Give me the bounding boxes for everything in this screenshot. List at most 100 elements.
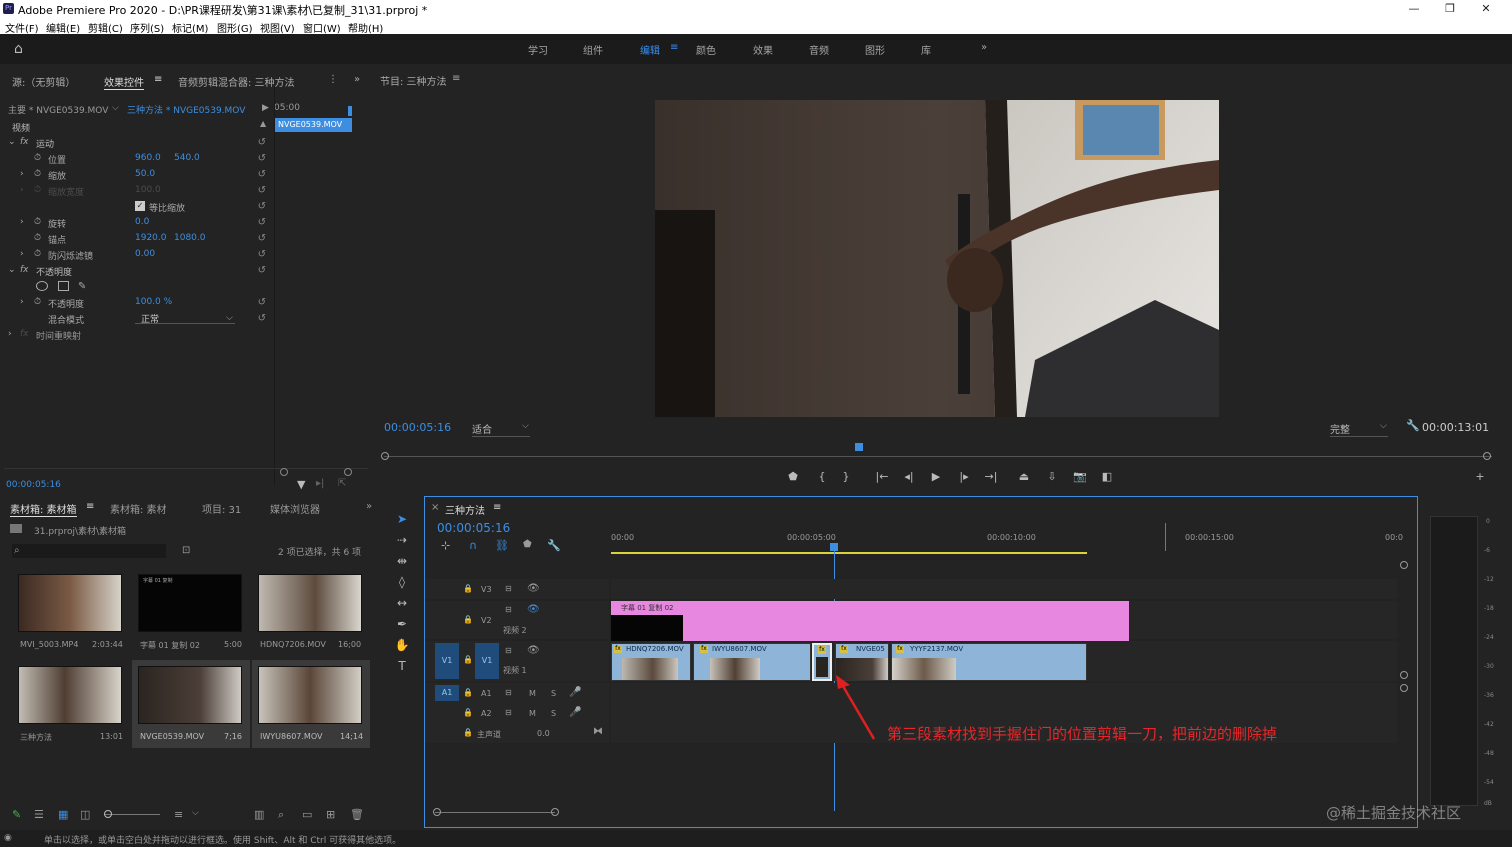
project-item-hdnq7206[interactable]: HDNQ7206.MOV 16;00 [252,568,370,656]
extract-icon[interactable]: ⇩ [1044,470,1060,483]
project-item-iwyu8607[interactable]: IWYU8607.MOV 14;14 [252,660,370,748]
timeline-playhead-handle[interactable] [830,543,838,551]
mark-in-icon[interactable]: { [814,470,830,483]
lift-icon[interactable]: ⏏ [1016,470,1032,483]
h-scrollbar[interactable] [435,812,555,813]
ellipse-mask-icon[interactable] [36,281,48,291]
effect-row-opacity-group[interactable]: ⌄ fx 不透明度 ↺ [4,263,272,279]
search-input[interactable] [12,544,166,558]
master-clip-label[interactable]: 主要 * NVGE0539.MOV [8,103,108,116]
title-clip[interactable]: 字幕 01 复制 02 [611,601,1129,641]
slip-tool-icon[interactable]: ↔ [394,596,410,612]
clip-hdnq7206[interactable]: fx HDNQ7206.MOV [611,643,691,681]
camera-icon[interactable]: 📷 [1072,470,1088,483]
position-y[interactable]: 540.0 [174,153,200,163]
tab-bin-main[interactable]: 素材箱: 素材箱 [10,501,77,517]
blend-mode-select[interactable]: 正常 [135,312,235,325]
expand-icon[interactable]: » [354,74,360,85]
zoom-handle-right[interactable] [344,468,352,476]
play-only-icon[interactable]: ▶ [262,103,269,113]
effect-row-uniform-scale[interactable]: ✓ 等比缩放 ↺ [4,199,272,215]
sequence-clip-label[interactable]: 三种方法 * NVGE0539.MOV [127,103,245,116]
go-to-in-icon[interactable]: |← [874,470,890,483]
clip-cut-segment[interactable]: fx [812,643,832,681]
tab-menu-icon[interactable]: ≡ [154,74,162,85]
tab-source[interactable]: 源:（无剪辑） [12,74,75,89]
h-scroll-handle-right[interactable] [551,808,559,816]
lane-v3[interactable] [611,579,1397,599]
dropdown-icon[interactable]: ⌵ [112,103,119,113]
sequence-tab[interactable]: 三种方法 [445,502,485,517]
play-icon[interactable]: ▶ [928,470,944,483]
step-forward-icon[interactable]: |▸ [956,470,972,483]
playhead-marker[interactable] [348,106,352,116]
program-video-frame[interactable] [655,100,1219,417]
chevron-down-icon[interactable]: ⌵ [192,808,199,818]
v-scroll-handle-bottom[interactable] [1400,671,1408,679]
maximize-button[interactable]: ❐ [1432,0,1468,18]
project-item-mvi5003[interactable]: MVI_5003.MP4 2:03:44 [12,568,130,656]
anchor-y[interactable]: 1080.0 [174,233,206,243]
project-item-nvge0539[interactable]: NVGE0539.MOV 7;16 [132,660,250,748]
ws-audio[interactable]: 音频 [809,42,829,57]
step-back-icon[interactable]: ◂| [901,470,917,483]
pen-tool-icon[interactable]: ✒ [394,617,410,633]
effect-row-blend[interactable]: 混合模式 正常 ⌵ ↺ [4,311,272,327]
add-button-icon[interactable]: + [1472,470,1488,483]
wrench-icon[interactable]: 🔧 [1406,419,1420,432]
project-item-sequence[interactable]: 三种方法 13:01 [12,660,130,748]
scale-value[interactable]: 50.0 [135,169,155,179]
program-time-ruler[interactable] [384,456,1492,457]
timeline-settings-icon[interactable]: 🔧 [547,539,561,552]
lane-a2[interactable] [611,703,1397,723]
position-x[interactable]: 960.0 [135,153,161,163]
effect-timecode[interactable]: 00:00:05:16 [6,480,61,490]
tab-project[interactable]: 项目: 31 [202,501,241,516]
freeform-view-icon[interactable]: ◫ [80,808,90,821]
menu-clip[interactable]: 剪辑(C) [88,20,123,35]
panel-menu-icon[interactable]: ⋮ [328,74,338,85]
source-patch-a1[interactable]: A1 [435,685,459,701]
automate-icon[interactable]: ▥ [254,808,264,821]
tab-media-browser[interactable]: 媒体浏览器 [270,501,320,516]
export-icon[interactable]: ⇱ [338,478,346,489]
program-menu-icon[interactable]: ≡ [452,73,460,84]
tab-menu-icon[interactable]: ≡ [493,502,501,513]
clip-yyyf2137[interactable]: fx YYYF2137.MOV [891,643,1087,681]
effect-row-flicker[interactable]: › ⏱ 防闪烁滤镜 0.00 ↺ [4,247,272,263]
ruler-handle-right[interactable] [1483,452,1491,460]
menu-help[interactable]: 帮助(H) [348,20,383,35]
flicker-value[interactable]: 0.00 [135,249,155,259]
find-icon[interactable]: ⌕ [278,808,284,822]
menu-window[interactable]: 窗口(W) [303,20,341,35]
program-playhead[interactable] [855,443,863,451]
effect-row-time-remap[interactable]: › fx 时间重映射 [4,327,272,343]
clip-bar[interactable]: NVGE0539.MOV [274,118,352,132]
type-tool-icon[interactable]: T [394,659,410,675]
new-bin-from-search-icon[interactable]: ⊡ [182,545,190,556]
rotation-value[interactable]: 0.0 [135,217,149,227]
ws-effects[interactable]: 效果 [753,42,773,57]
filter-icon[interactable]: ▼ [297,478,305,491]
zoom-slider[interactable] [104,814,160,815]
list-view-icon[interactable]: ☰ [34,808,44,821]
menu-file[interactable]: 文件(F) [5,20,39,35]
ripple-edit-tool-icon[interactable]: ⇹ [394,554,410,570]
home-icon[interactable]: ⌂ [14,41,23,57]
opacity-value[interactable]: 100.0 % [135,297,172,307]
ruler-handle-left[interactable] [381,452,389,460]
lane-a1[interactable] [611,683,1397,703]
close-sequence-icon[interactable]: × [431,502,439,513]
expand-icon[interactable]: » [366,501,372,512]
effect-row-opacity[interactable]: › ⏱ 不透明度 100.0 % ↺ [4,295,272,311]
go-to-out-icon[interactable]: →| [983,470,999,483]
zoom-slider-handle[interactable] [104,810,112,818]
snap-icon[interactable]: ∩ [469,539,477,552]
ws-menu-icon[interactable]: ≡ [670,42,678,53]
trash-icon[interactable]: 🗑 [350,808,364,821]
hand-tool-icon[interactable]: ✋ [394,638,410,654]
clip-iwyu8607[interactable]: fx IWYU8607.MOV [693,643,811,681]
sort-icon[interactable]: ≡ [174,808,183,821]
ws-assembly[interactable]: 组件 [583,42,603,57]
rect-mask-icon[interactable] [58,281,69,291]
